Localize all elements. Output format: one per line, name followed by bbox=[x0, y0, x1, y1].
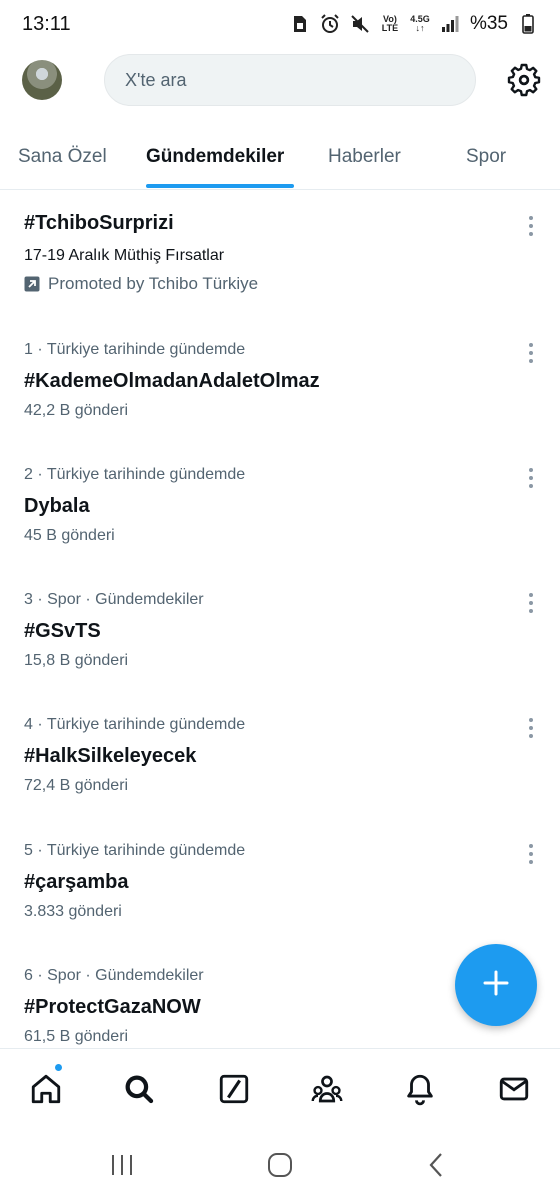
trend-title: #ProtectGazaNOW bbox=[24, 996, 201, 1018]
search-placeholder: X'te ara bbox=[125, 69, 187, 90]
promoted-label: Promoted by Tchibo Türkiye bbox=[24, 274, 258, 294]
communities-icon[interactable] bbox=[309, 1071, 345, 1107]
battery-percent: %35 bbox=[469, 13, 508, 34]
tab-haberler[interactable]: Haberler bbox=[328, 146, 401, 168]
volte-icon: Vo) LTE bbox=[381, 14, 399, 33]
plus-icon bbox=[481, 968, 511, 1003]
more-options-icon[interactable] bbox=[520, 842, 542, 866]
trend-title: #çarşamba bbox=[24, 871, 129, 893]
search-icon[interactable] bbox=[121, 1071, 157, 1107]
trend-meta: 4 · Türkiye tarihinde gündemde bbox=[24, 716, 246, 733]
more-options-icon[interactable] bbox=[520, 214, 542, 238]
tab-gundemdekiler[interactable]: Gündemdekiler bbox=[146, 146, 284, 168]
compose-post-button[interactable] bbox=[455, 944, 537, 1026]
system-navigation-bar bbox=[0, 1130, 560, 1200]
trend-meta: 6 · Spor · Gündemdekiler bbox=[24, 967, 204, 984]
trend-meta: 2 · Türkiye tarihinde gündemde bbox=[24, 466, 246, 483]
tab-spor[interactable]: Spor bbox=[466, 146, 506, 168]
top-bar: X'te ara bbox=[0, 52, 560, 112]
promoted-icon bbox=[24, 276, 40, 292]
trend-item[interactable]: 1 · Türkiye tarihinde gündemde #KademeOl… bbox=[0, 326, 560, 436]
status-time: 13:11 bbox=[22, 12, 71, 35]
promoted-trend[interactable]: #TchiboSurprizi 17-19 Aralık Müthiş Fırs… bbox=[0, 192, 560, 310]
trend-item[interactable]: 4 · Türkiye tarihinde gündemde #HalkSilk… bbox=[0, 701, 560, 811]
trend-post-count: 45 B gönderi bbox=[24, 527, 115, 544]
trend-item[interactable]: 3 · Spor · Gündemdekiler #GSvTS 15,8 B g… bbox=[0, 576, 560, 686]
home-button-icon[interactable] bbox=[260, 1150, 300, 1180]
search-input[interactable]: X'te ara bbox=[104, 54, 476, 106]
grok-icon[interactable] bbox=[216, 1071, 252, 1107]
more-options-icon[interactable] bbox=[520, 716, 542, 740]
trend-post-count: 72,4 B gönderi bbox=[24, 777, 129, 794]
signal-icon bbox=[440, 14, 460, 34]
trend-post-count: 61,5 B gönderi bbox=[24, 1028, 129, 1045]
trend-description: 17-19 Aralık Müthiş Fırsatlar bbox=[24, 247, 225, 264]
tab-bar: Sana Özel Gündemdekiler Haberler Spor bbox=[0, 128, 560, 190]
trend-title: #GSvTS bbox=[24, 620, 101, 642]
more-options-icon[interactable] bbox=[520, 341, 542, 365]
trend-title: #KademeOlmadanAdaletOlmaz bbox=[24, 370, 320, 392]
trend-post-count: 15,8 B gönderi bbox=[24, 652, 129, 669]
notifications-icon[interactable] bbox=[402, 1071, 438, 1107]
trend-title: #TchiboSurprizi bbox=[24, 212, 174, 234]
bottom-navigation bbox=[0, 1048, 560, 1130]
tab-sana-ozel[interactable]: Sana Özel bbox=[18, 146, 107, 168]
recent-apps-icon[interactable] bbox=[102, 1150, 142, 1180]
more-options-icon[interactable] bbox=[520, 466, 542, 490]
promoted-by-text: Promoted by Tchibo Türkiye bbox=[48, 274, 259, 293]
home-notification-dot bbox=[54, 1063, 63, 1072]
back-icon[interactable] bbox=[416, 1150, 456, 1180]
trend-post-count: 42,2 B gönderi bbox=[24, 402, 129, 419]
sim-icon bbox=[290, 14, 310, 34]
trend-post-count: 3.833 gönderi bbox=[24, 903, 122, 920]
status-bar: 13:11 Vo) LTE 4.5G ↓↑ %35 bbox=[0, 0, 560, 48]
avatar[interactable] bbox=[22, 60, 62, 100]
gear-icon[interactable] bbox=[506, 62, 542, 98]
trend-meta: 3 · Spor · Gündemdekiler bbox=[24, 591, 204, 608]
mute-icon bbox=[350, 14, 370, 34]
battery-icon bbox=[518, 14, 538, 34]
trend-item[interactable]: 5 · Türkiye tarihinde gündemde #çarşamba… bbox=[0, 827, 560, 937]
active-tab-indicator bbox=[146, 184, 294, 188]
trend-meta: 5 · Türkiye tarihinde gündemde bbox=[24, 842, 246, 859]
status-icons: Vo) LTE 4.5G ↓↑ %35 bbox=[290, 13, 538, 35]
network-speed-icon: 4.5G ↓↑ bbox=[410, 14, 430, 33]
trend-title: Dybala bbox=[24, 495, 90, 517]
trend-meta: 1 · Türkiye tarihinde gündemde bbox=[24, 341, 246, 358]
trend-title: #HalkSilkeleyecek bbox=[24, 745, 197, 767]
home-icon[interactable] bbox=[28, 1071, 64, 1107]
more-options-icon[interactable] bbox=[520, 591, 542, 615]
messages-icon[interactable] bbox=[496, 1071, 532, 1107]
alarm-icon bbox=[320, 14, 340, 34]
trend-item[interactable]: 2 · Türkiye tarihinde gündemde Dybala 45… bbox=[0, 451, 560, 561]
